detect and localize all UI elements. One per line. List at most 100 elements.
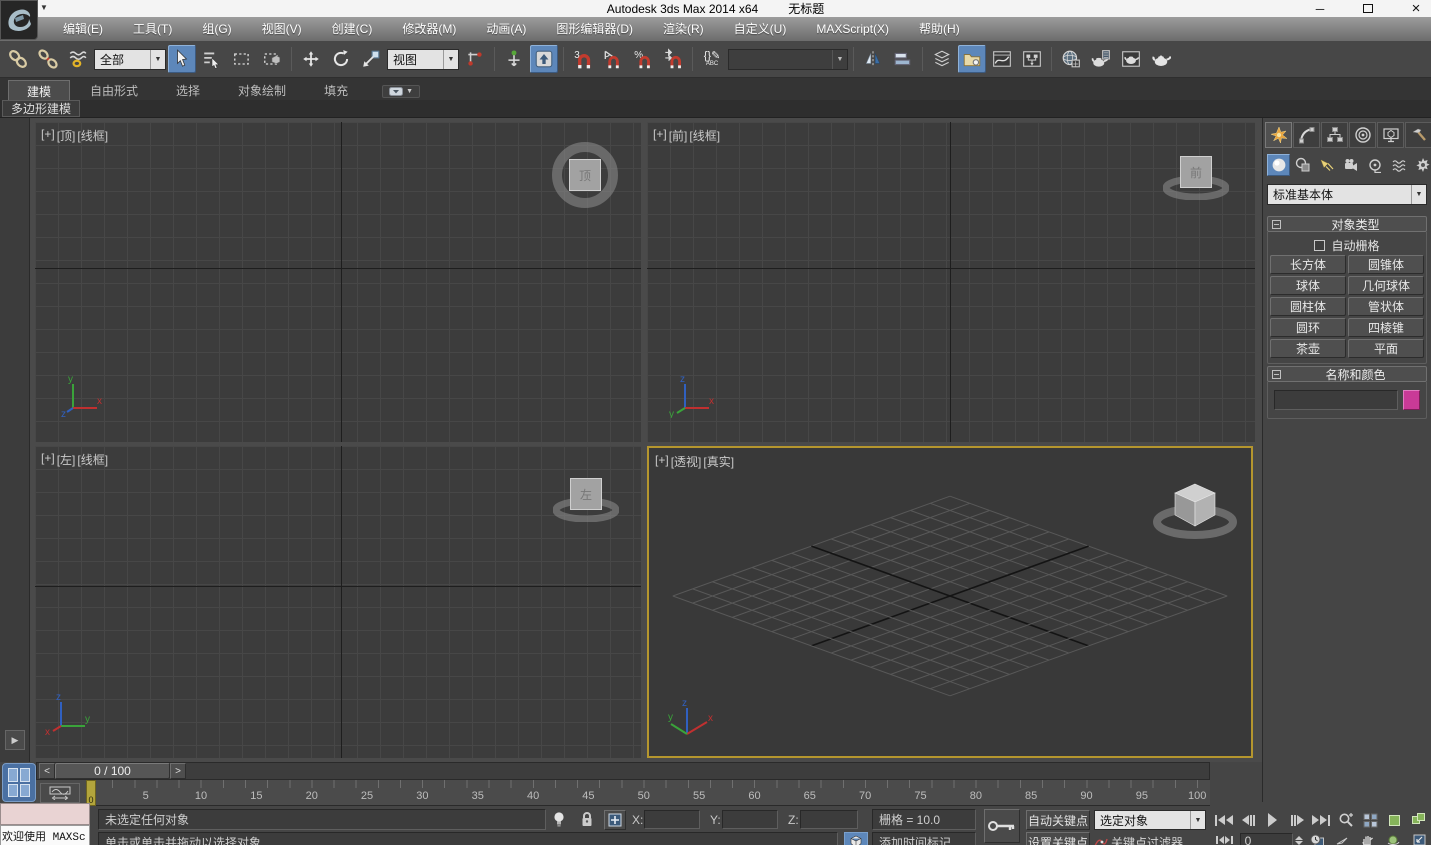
viewport-left[interactable]: [+] [左] [线框] 左 z y x [35,446,641,758]
menu-item[interactable]: 动画(A) [471,17,541,41]
maxscript-macro-recorder[interactable] [0,803,90,825]
tab-display[interactable] [1377,122,1404,148]
keyboard-shortcut-override-toggle[interactable] [530,45,558,73]
ribbon-tab[interactable]: 建模 [8,80,71,100]
align-button[interactable] [889,45,917,73]
open-mini-curve-editor-button[interactable] [40,783,80,803]
x-coordinate-field[interactable] [644,810,700,829]
application-button[interactable] [0,0,38,40]
tab-create[interactable] [1265,122,1292,148]
rectangular-selection-region-button[interactable] [228,45,256,73]
angle-snap-toggle[interactable] [599,45,627,73]
viewcube-face[interactable]: 前 [1180,156,1212,188]
time-slider-handle[interactable]: 0 / 100 [55,763,170,779]
use-pivot-point-center-button[interactable] [461,45,489,73]
tab-utilities[interactable] [1405,122,1431,148]
object-type-button[interactable]: 圆环 [1270,318,1346,337]
selection-filter-dropdown[interactable]: 全部 ▼ [94,48,166,70]
isolate-selection-toggle[interactable] [550,810,568,829]
category-space-warps[interactable] [1387,154,1410,176]
menu-item[interactable]: 图形编辑器(D) [541,17,648,41]
zoom-region-button[interactable] [1334,809,1358,831]
menu-item[interactable]: 帮助(H) [904,17,975,41]
viewcube-3d[interactable] [1149,470,1241,542]
viewcube[interactable]: 左 [553,472,619,522]
viewport-menu-shading[interactable]: [真实] [703,453,734,470]
app-menu-arrow-icon[interactable]: ▼ [40,3,52,12]
key-filter-dropdown[interactable]: 选定对象 ▼ [1094,810,1206,830]
select-and-link-button[interactable] [4,45,32,73]
goto-end-button[interactable] [1309,809,1334,831]
frame-spinner[interactable] [1294,835,1303,845]
viewport-menu-pov[interactable]: [顶] [57,127,76,144]
viewcube-face[interactable]: 左 [570,478,602,510]
viewport-layout-tab-button[interactable] [2,763,36,802]
key-filters-button[interactable]: 关键点过滤器... [1094,832,1206,845]
edit-named-selection-sets-button[interactable]: {}✎ ABC [698,45,726,73]
reference-coordinate-dropdown[interactable]: 视图 ▼ [387,48,459,70]
mirror-button[interactable] [859,45,887,73]
select-and-move-button[interactable] [297,45,325,73]
viewport-menu-pov[interactable]: [前] [669,127,688,144]
object-type-button[interactable]: 长方体 [1270,255,1346,274]
menu-item[interactable]: 创建(C) [317,17,388,41]
unlink-selection-button[interactable] [34,45,62,73]
graphite-ribbon-toggle[interactable] [958,45,986,73]
y-coordinate-field[interactable] [722,810,778,829]
viewcube[interactable]: 顶 [552,142,618,208]
set-key-button[interactable]: 设置关键点 [1026,832,1090,845]
track-bar[interactable]: 5 10 15 20 25 30 35 40 45 50 55 60 65 70 75 80 85 90 95 100… [36,780,1210,806]
close-button[interactable]: × [1405,0,1427,17]
object-type-button[interactable]: 圆锥体 [1348,255,1424,274]
play-button[interactable] [1260,809,1285,831]
set-keys-button[interactable] [984,809,1020,843]
time-configuration-button[interactable] [1304,833,1329,845]
material-editor-button[interactable] [1057,45,1085,73]
auto-key-button[interactable]: 自动关键点 [1026,810,1090,830]
menu-item[interactable]: 编辑(E) [48,17,118,41]
pan-view-button[interactable] [1356,833,1380,845]
time-slider-next-button[interactable]: > [170,763,186,779]
viewport-menu-general[interactable]: [+] [41,127,55,144]
object-type-button[interactable]: 球体 [1270,276,1346,295]
primitive-category-dropdown[interactable]: 标准基本体 ▼ [1267,184,1427,205]
viewport-menu-shading[interactable]: [线框] [77,127,108,144]
ribbon-tab[interactable]: 自由形式 [72,80,156,100]
select-and-scale-button[interactable] [357,45,385,73]
current-frame-field[interactable]: 0 [1239,833,1293,845]
ribbon-minimize-button[interactable]: ▼ [382,85,421,98]
rollout-object-type-header[interactable]: 对象类型 [1267,216,1427,232]
menu-item[interactable]: MAXScript(X) [801,17,904,41]
add-time-tag-field[interactable]: 添加时间标记 [872,832,976,845]
category-cameras[interactable] [1339,154,1362,176]
object-type-button[interactable]: 几何球体 [1348,276,1424,295]
minimize-button[interactable]: ─ [1309,2,1331,16]
rollout-name-color-header[interactable]: 名称和颜色 [1267,366,1427,382]
menu-item[interactable]: 自定义(U) [719,17,802,41]
viewcube-face[interactable]: 顶 [569,159,601,191]
selection-lock-toggle[interactable] [578,810,596,829]
object-color-swatch[interactable] [1403,390,1420,410]
menu-item[interactable]: 工具(T) [118,17,187,41]
viewcube[interactable]: 前 [1163,150,1229,200]
viewport-layout-flyout-button[interactable]: ▶ [5,730,25,750]
select-and-rotate-button[interactable] [327,45,355,73]
percent-snap-toggle[interactable]: % [629,45,657,73]
viewport-menu-pov[interactable]: [左] [57,451,76,468]
object-type-button[interactable]: 茶壶 [1270,339,1346,358]
goto-start-button[interactable] [1212,809,1236,831]
rendered-frame-window-button[interactable] [1117,45,1145,73]
window-crossing-toggle[interactable] [258,45,286,73]
zoom-all-button[interactable] [1358,809,1383,831]
menu-item[interactable]: 修改器(M) [387,17,471,41]
curve-editor-button[interactable] [988,45,1016,73]
menu-item[interactable]: 渲染(R) [648,17,719,41]
menu-item[interactable]: 组(G) [187,17,246,41]
spinner-snap-toggle[interactable] [659,45,687,73]
maximize-button[interactable] [1357,2,1379,16]
object-type-button[interactable]: 平面 [1348,339,1424,358]
key-mode-toggle[interactable] [1212,833,1238,845]
object-type-button[interactable]: 圆柱体 [1270,297,1346,316]
absolute-mode-transform-toggle[interactable] [604,810,626,830]
viewport-menu-shading[interactable]: [线框] [689,127,720,144]
